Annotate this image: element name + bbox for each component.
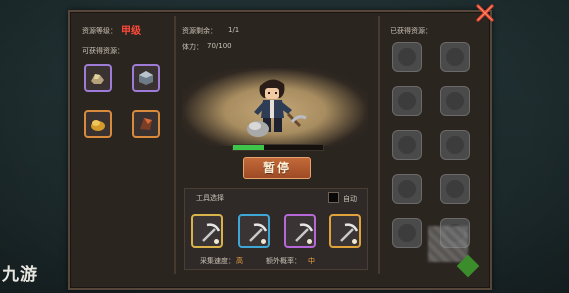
- divider-left: [174, 16, 176, 274]
- auto-checkbox[interactable]: [328, 192, 339, 203]
- tool-level-dot: [307, 239, 312, 244]
- obtained-label: 已获得资源：: [390, 27, 432, 35]
- obtainable-label: 可获得资源：: [82, 47, 124, 55]
- tool-selection-title: 工具选择: [196, 194, 224, 202]
- resource-level-value: 甲级: [121, 26, 141, 37]
- obtained-slot[interactable]: [392, 130, 422, 160]
- iron-ore-icon: [139, 71, 153, 85]
- obtained-slot[interactable]: [392, 174, 422, 204]
- tool-slot-pickaxe-4[interactable]: [329, 214, 361, 248]
- stamina-value: 70/100: [207, 42, 232, 50]
- obtained-slot[interactable]: [440, 86, 470, 116]
- resource-gold-ore[interactable]: [84, 64, 112, 92]
- copper-ore-icon: [140, 118, 152, 130]
- obtained-slot[interactable]: [392, 86, 422, 116]
- obtained-slot[interactable]: [440, 42, 470, 72]
- gather-progress-bar: [232, 144, 324, 151]
- remaining-label: 资源剩余：: [182, 27, 217, 35]
- auto-label: 自动: [343, 195, 357, 203]
- resource-level-label: 资源等级：: [82, 27, 117, 35]
- blurred-watermark: [428, 226, 468, 262]
- tool-level-dot: [214, 239, 219, 244]
- pause-button[interactable]: 暂停: [243, 157, 311, 179]
- stamina-label: 体力：: [182, 43, 203, 51]
- drop-rate-label: 额外概率：: [266, 257, 301, 265]
- resource-copper-ore[interactable]: [132, 110, 160, 138]
- jiuyou-logo: 九游: [2, 265, 38, 285]
- remaining-value: 1/1: [228, 26, 240, 34]
- collect-speed-label: 采集速度：: [200, 257, 235, 265]
- tool-slot-pickaxe-3[interactable]: [284, 214, 316, 248]
- obtained-slot[interactable]: [392, 42, 422, 72]
- collect-speed-value: 高: [236, 257, 243, 265]
- gather-progress-fill: [233, 145, 264, 150]
- tool-level-dot: [352, 239, 357, 244]
- gold-nugget-icon: [91, 120, 105, 131]
- obtained-slot[interactable]: [440, 130, 470, 160]
- close-button[interactable]: [474, 2, 496, 24]
- resource-gold-nugget[interactable]: [84, 110, 112, 138]
- drop-rate-value: 中: [308, 257, 315, 265]
- tool-slot-pickaxe-1[interactable]: [191, 214, 223, 248]
- tool-level-dot: [261, 239, 266, 244]
- ore-rock: [247, 121, 269, 137]
- obtained-slot[interactable]: [392, 218, 422, 248]
- gold-ore-icon: [91, 74, 104, 84]
- tool-slot-pickaxe-2[interactable]: [238, 214, 270, 248]
- obtained-slot[interactable]: [440, 174, 470, 204]
- close-icon: [476, 4, 494, 22]
- resource-iron-ore[interactable]: [132, 64, 160, 92]
- divider-right: [378, 16, 380, 274]
